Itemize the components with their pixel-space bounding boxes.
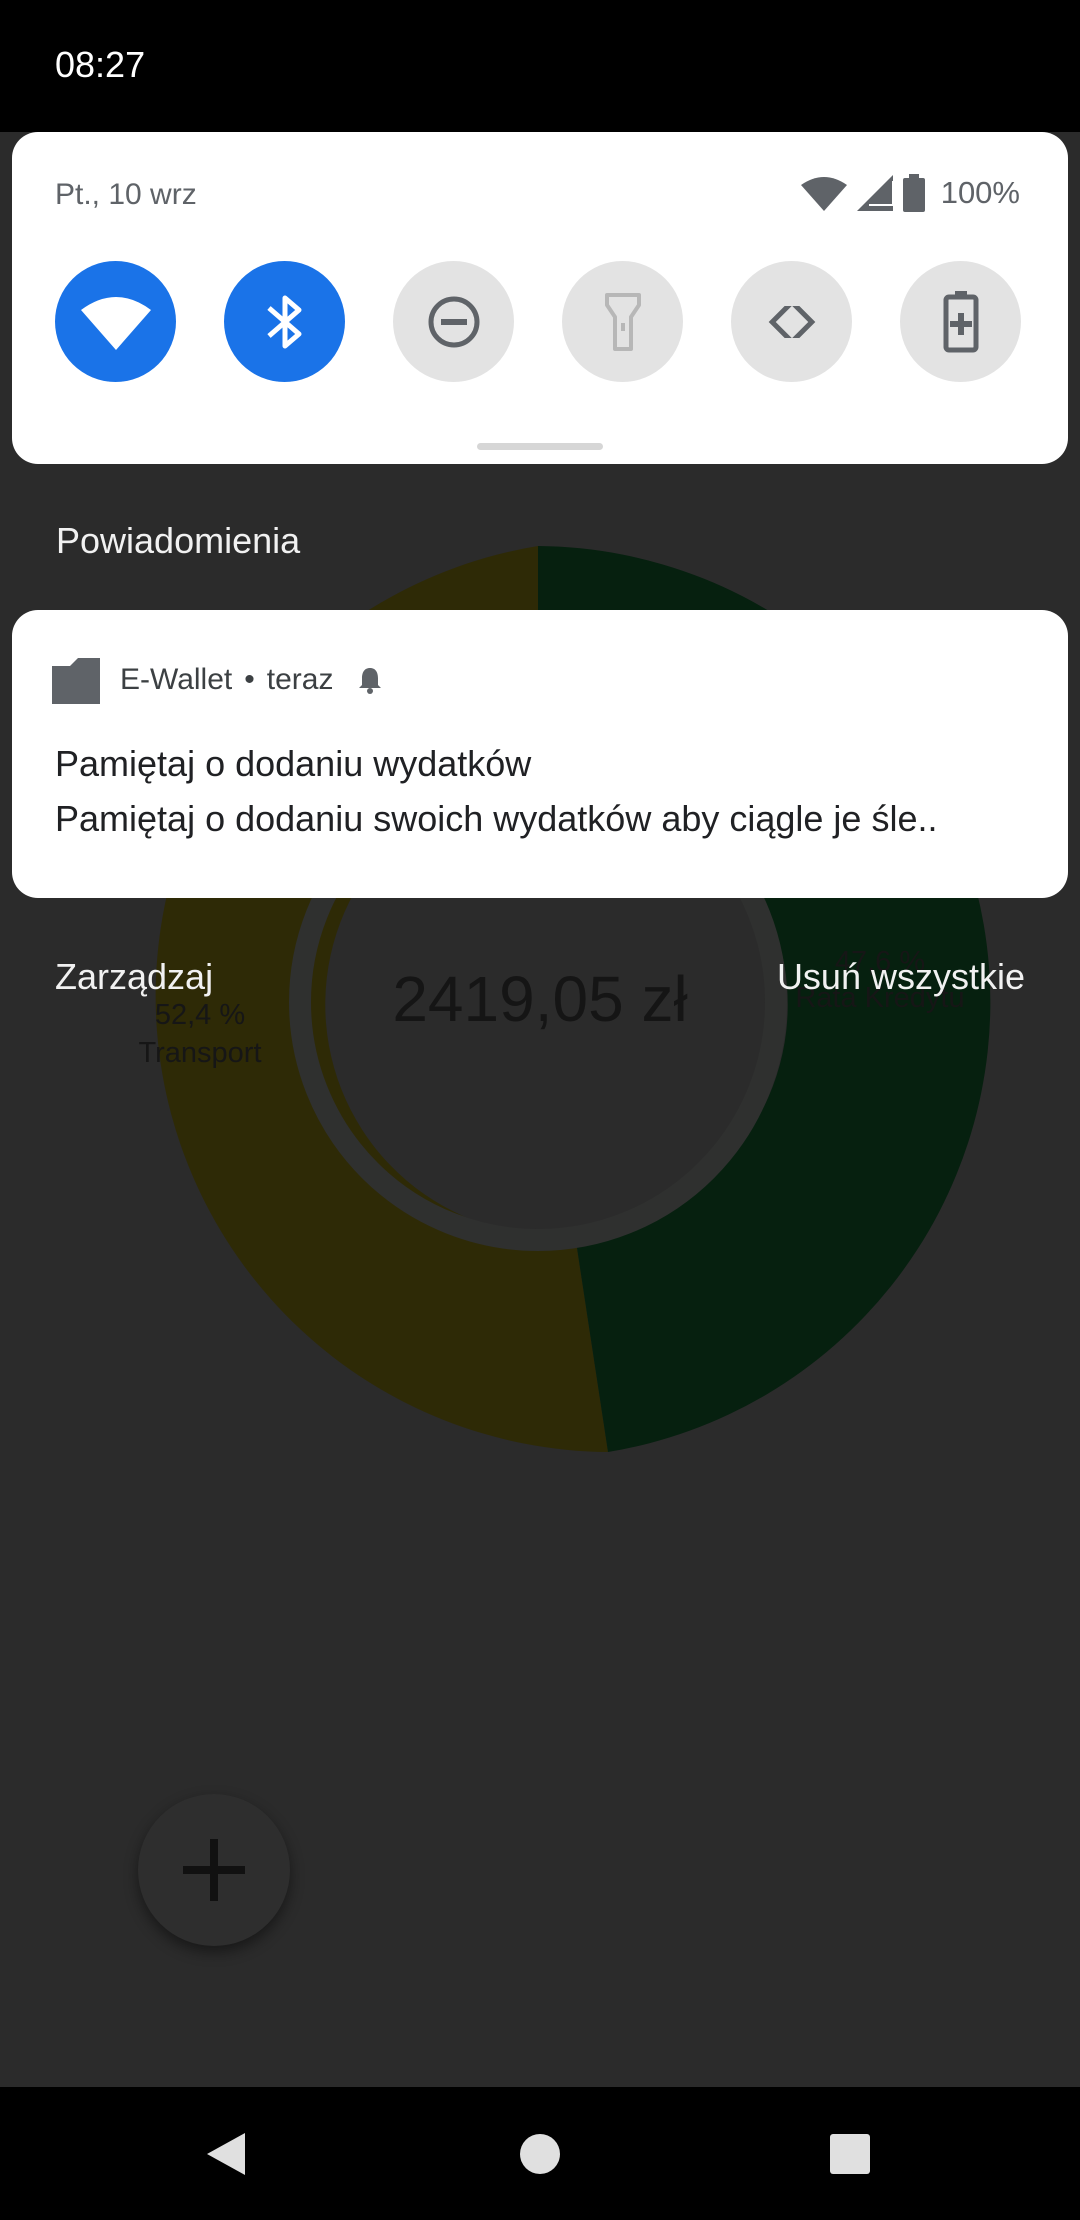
bluetooth-tile[interactable] bbox=[224, 261, 345, 382]
battery-icon bbox=[902, 174, 925, 212]
plus-icon bbox=[183, 1839, 245, 1901]
qs-date[interactable]: Pt., 10 wrz bbox=[55, 178, 197, 212]
do-not-disturb-icon bbox=[428, 296, 479, 347]
wifi-icon bbox=[80, 296, 151, 350]
home-button[interactable] bbox=[480, 2087, 600, 2220]
total-amount: 2419,05 zł bbox=[392, 963, 688, 1035]
do-not-disturb-tile[interactable] bbox=[393, 261, 514, 382]
signal-icon bbox=[856, 175, 893, 211]
back-button[interactable] bbox=[166, 2087, 286, 2220]
segment-label-transport: Transport bbox=[138, 1037, 262, 1069]
add-expense-button[interactable] bbox=[138, 1794, 290, 1946]
clear-all-button[interactable]: Usuń wszystkie bbox=[777, 956, 1025, 998]
quick-settings-panel: Pt., 10 wrz 100% bbox=[12, 132, 1068, 464]
battery-saver-icon bbox=[943, 290, 978, 352]
auto-rotate-icon bbox=[768, 295, 815, 348]
notification-app-name: E-Wallet bbox=[120, 663, 233, 696]
separator-dot: • bbox=[244, 663, 255, 696]
qs-drag-handle[interactable] bbox=[477, 443, 603, 450]
wifi-tile[interactable] bbox=[55, 261, 176, 382]
navigation-bar bbox=[0, 2087, 1080, 2220]
wifi-status-icon bbox=[800, 177, 847, 211]
battery-percent: 100% bbox=[940, 175, 1020, 210]
notification-title: Pamiętaj o dodaniu wydatków bbox=[55, 743, 532, 784]
notification-time: teraz bbox=[266, 663, 334, 696]
notification-header: E-Wallet • teraz bbox=[52, 656, 385, 704]
flashlight-icon bbox=[604, 292, 641, 351]
bluetooth-icon bbox=[266, 295, 301, 348]
segment-percent-transport: 52,4 % bbox=[154, 999, 246, 1031]
notifications-header: Powiadomienia bbox=[56, 520, 301, 561]
e-wallet-app-icon bbox=[52, 658, 100, 704]
clock: 08:27 bbox=[55, 44, 146, 85]
recents-button[interactable] bbox=[790, 2087, 910, 2220]
recents-icon bbox=[830, 2133, 870, 2174]
notification-card[interactable]: E-Wallet • teraz Pamiętaj o dodaniu wyda… bbox=[12, 610, 1068, 898]
notification-body: Pamiętaj o dodaniu swoich wydatków aby c… bbox=[55, 798, 938, 839]
flashlight-tile[interactable] bbox=[562, 261, 683, 382]
alert-bell-icon bbox=[359, 668, 382, 694]
status-bar: 08:27 bbox=[0, 0, 1080, 132]
manage-notifications-button[interactable]: Zarządzaj bbox=[55, 956, 213, 998]
back-icon bbox=[207, 2132, 245, 2175]
qs-status-icons: 100% bbox=[800, 174, 1020, 212]
home-icon bbox=[520, 2133, 560, 2174]
auto-rotate-tile[interactable] bbox=[731, 261, 852, 382]
battery-saver-tile[interactable] bbox=[900, 261, 1021, 382]
